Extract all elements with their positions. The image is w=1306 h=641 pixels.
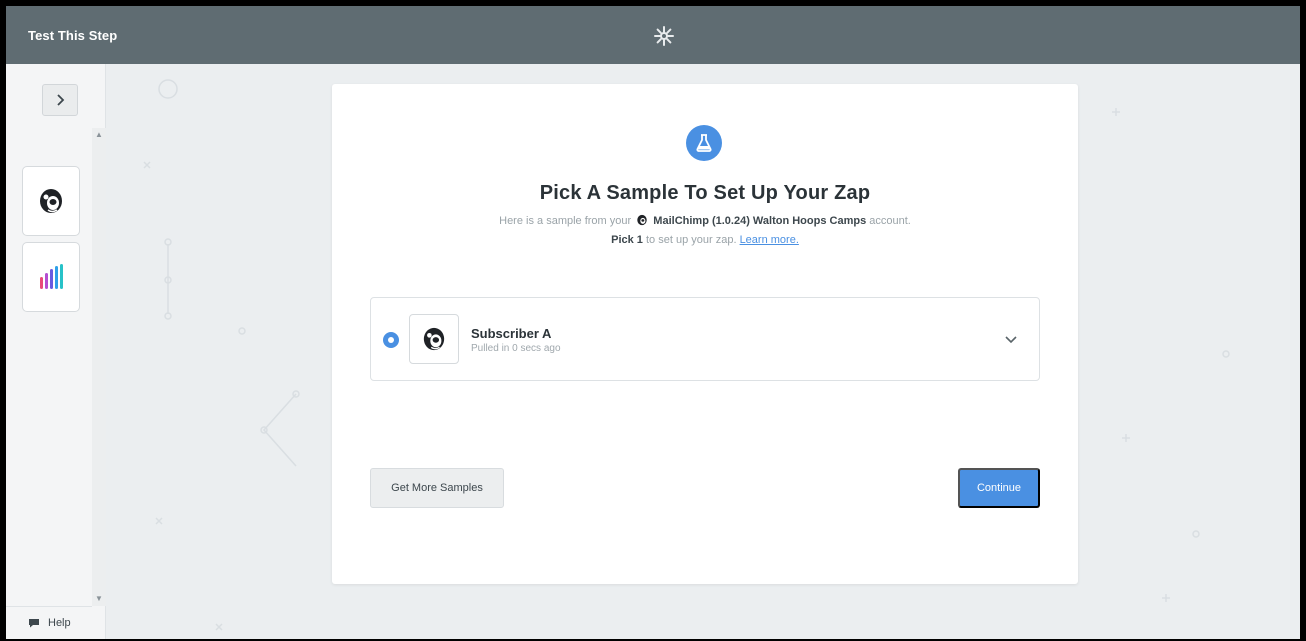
scroll-down-icon[interactable]: ▼ — [94, 594, 104, 604]
sample-radio-selected[interactable] — [383, 332, 399, 348]
sidebar-step-analytics[interactable] — [22, 242, 80, 312]
panel-heading: Pick A Sample To Set Up Your Zap — [539, 182, 871, 204]
bar-chart-icon — [40, 264, 63, 289]
sidebar-toggle-button[interactable] — [42, 84, 78, 116]
mailchimp-icon — [40, 189, 62, 213]
continue-button[interactable]: Continue — [958, 468, 1040, 508]
sample-app-icon — [409, 314, 459, 364]
gear-icon — [654, 26, 674, 46]
mailchimp-icon — [637, 214, 647, 226]
sample-name: Subscriber A — [471, 326, 552, 341]
pick-count: Pick 1 — [611, 234, 643, 246]
sample-panel: Pick A Sample To Set Up Your Zap Here is… — [332, 84, 1078, 584]
account-name: MailChimp (1.0.24) Walton Hoops Camps — [653, 215, 867, 227]
get-more-samples-button[interactable]: Get More Samples — [370, 468, 504, 508]
scroll-up-icon[interactable]: ▲ — [94, 130, 104, 140]
flask-icon — [686, 125, 722, 161]
chevron-right-icon — [57, 94, 65, 106]
chat-bubble-icon — [29, 619, 39, 628]
mailchimp-icon — [423, 327, 445, 351]
help-label: Help — [48, 617, 71, 629]
sidebar-scrollbar[interactable]: ▲ ▼ — [92, 128, 106, 606]
sample-source-text: Here is a sample from your MailChimp (1.… — [499, 214, 911, 227]
learn-more-link[interactable]: Learn more. — [740, 234, 799, 246]
sample-timestamp: Pulled in 0 secs ago — [471, 343, 561, 354]
sidebar: ▲ ▼ Help — [6, 64, 106, 639]
pick-instruction: Pick 1 to set up your zap. Learn more. — [611, 234, 799, 246]
page-title: Test This Step — [28, 28, 118, 43]
help-button[interactable]: Help — [6, 606, 92, 639]
sidebar-step-mailchimp[interactable] — [22, 166, 80, 236]
sample-option[interactable]: Subscriber A Pulled in 0 secs ago — [370, 297, 1040, 381]
chevron-down-icon[interactable] — [1003, 331, 1019, 347]
top-bar: Test This Step — [6, 6, 1300, 64]
app-frame: Test This Step ▲ ▼ Help Pick A Sample To… — [6, 6, 1300, 639]
